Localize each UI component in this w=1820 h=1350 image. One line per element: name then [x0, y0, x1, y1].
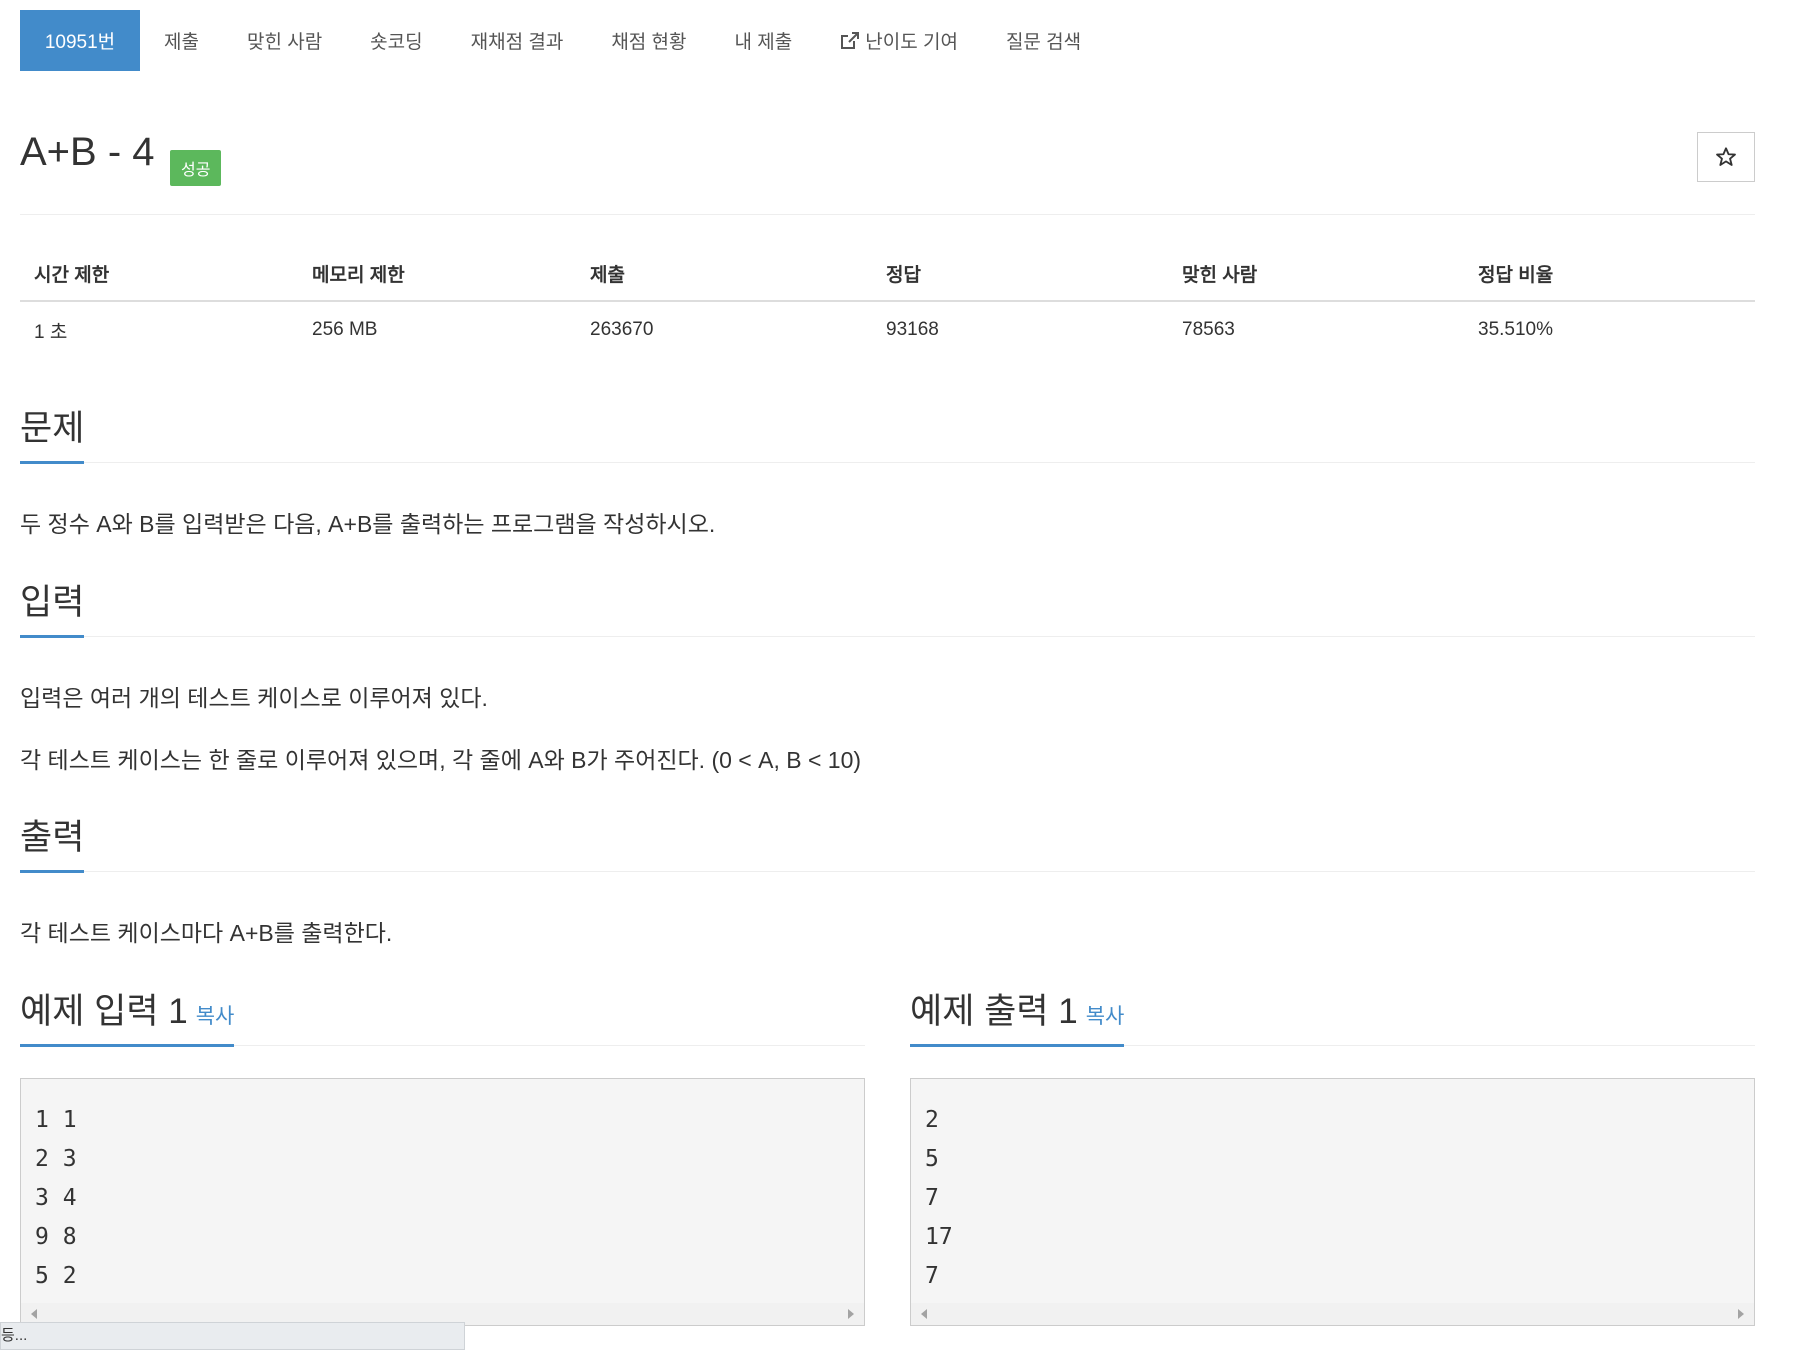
scroll-left-icon[interactable] [921, 1309, 927, 1319]
memory-limit-value: 256 MB [312, 319, 378, 340]
accepted-value: 93168 [886, 319, 939, 340]
header-accept-ratio: 정답 비율 [1464, 246, 1755, 302]
sample-input-box[interactable]: 1 1 2 3 3 4 9 8 5 2 [20, 1078, 865, 1326]
tab-label: 제출 [164, 32, 199, 53]
problem-description: 두 정수 A와 B를 입력받은 다음, A+B를 출력하는 프로그램을 작성하시… [20, 511, 716, 537]
tab-solved-users[interactable]: 맞힌 사람 [223, 10, 346, 71]
sample-input-title: 예제 입력 1 [20, 992, 188, 1031]
output-description: 각 테스트 케이스마다 A+B를 출력한다. [20, 920, 393, 946]
tab-label: 내 제출 [734, 32, 793, 53]
tab-label: 질문 검색 [1005, 32, 1082, 53]
sample-output-title: 예제 출력 1 [910, 992, 1078, 1031]
section-title: 출력 [20, 809, 85, 873]
tab-label: 숏코딩 [370, 32, 423, 53]
sample-output-title-wrap: 예제 출력 1 복사 [910, 983, 1125, 1047]
tab-label: 10951번 [44, 32, 116, 53]
sample-output-content: 2 5 7 17 7 [925, 1107, 953, 1289]
copy-sample-output-button[interactable]: 복사 [1086, 1005, 1125, 1028]
star-outline-icon [1716, 147, 1736, 166]
problem-nav: 10951번 제출 맞힌 사람 숏코딩 재채점 결과 채점 현황 내 제출 난이… [20, 10, 1105, 71]
sample-input-title-wrap: 예제 입력 1 복사 [20, 983, 235, 1047]
table-row: 1 초 256 MB 263670 93168 78563 35.510% [20, 301, 1755, 358]
section-title: 문제 [20, 400, 85, 464]
input-section-header: 입력 [20, 574, 1755, 638]
problem-header: A+B - 4 성공 [20, 130, 1755, 190]
accept-ratio-value: 35.510% [1478, 319, 1554, 340]
scroll-left-icon[interactable] [31, 1309, 37, 1319]
tab-question-search[interactable]: 질문 검색 [982, 10, 1105, 71]
input-description-line: 각 테스트 케이스는 한 줄로 이루어져 있으며, 각 줄에 A와 B가 주어진… [20, 747, 862, 773]
header-submissions: 제출 [576, 246, 872, 302]
tab-label: 채점 현황 [611, 32, 687, 53]
tab-judge-status[interactable]: 채점 현황 [587, 10, 710, 71]
section-divider [20, 636, 1755, 637]
tab-problem-number[interactable]: 10951번 [20, 10, 140, 71]
problem-section-header: 문제 [20, 400, 1755, 464]
problem-info-table: 시간 제한 메모리 제한 제출 정답 맞힌 사람 정답 비율 1 초 256 M… [20, 246, 1755, 358]
scroll-right-icon[interactable] [1738, 1309, 1744, 1319]
scroll-right-icon[interactable] [848, 1309, 854, 1319]
tab-submit[interactable]: 제출 [140, 10, 223, 71]
title-divider [20, 214, 1755, 215]
browser-status-bar: 등... [0, 1322, 465, 1350]
input-description-line: 입력은 여러 개의 테스트 케이스로 이루어져 있다. [20, 685, 488, 711]
section-title: 입력 [20, 574, 85, 638]
copy-sample-input-button[interactable]: 복사 [196, 1005, 235, 1028]
solved-users-value: 78563 [1182, 319, 1235, 340]
section-divider [20, 871, 1755, 872]
external-link-icon [841, 31, 860, 49]
sample-input-content: 1 1 2 3 3 4 9 8 5 2 [35, 1107, 77, 1289]
favorite-button[interactable] [1697, 132, 1755, 182]
tab-short-coding[interactable]: 숏코딩 [346, 10, 446, 71]
tab-label: 난이도 기여 [865, 32, 958, 53]
tab-label: 맞힌 사람 [246, 32, 323, 53]
tab-label: 재채점 결과 [470, 32, 564, 53]
sample-output-header: 예제 출력 1 복사 [910, 983, 1755, 1047]
tab-my-submissions[interactable]: 내 제출 [711, 10, 817, 71]
section-divider [20, 462, 1755, 463]
header-memory-limit: 메모리 제한 [298, 246, 576, 302]
sample-output-box[interactable]: 2 5 7 17 7 [910, 1078, 1755, 1326]
header-time-limit: 시간 제한 [20, 246, 298, 302]
time-limit-value: 1 초 [34, 321, 68, 343]
header-accepted: 정답 [872, 246, 1168, 302]
horizontal-scrollbar[interactable] [911, 1303, 1754, 1325]
sample-input-header: 예제 입력 1 복사 [20, 983, 865, 1047]
tab-rejudge-results[interactable]: 재채점 결과 [447, 10, 588, 71]
status-text: 등... [1, 1327, 28, 1344]
output-section-header: 출력 [20, 809, 1755, 873]
status-badge: 성공 [170, 150, 222, 186]
problem-title: A+B - 4 [20, 130, 155, 174]
tab-difficulty-contribution[interactable]: 난이도 기여 [816, 10, 982, 71]
submissions-value: 263670 [590, 319, 654, 340]
header-solved-users: 맞힌 사람 [1168, 246, 1464, 302]
table-header-row: 시간 제한 메모리 제한 제출 정답 맞힌 사람 정답 비율 [20, 246, 1755, 302]
